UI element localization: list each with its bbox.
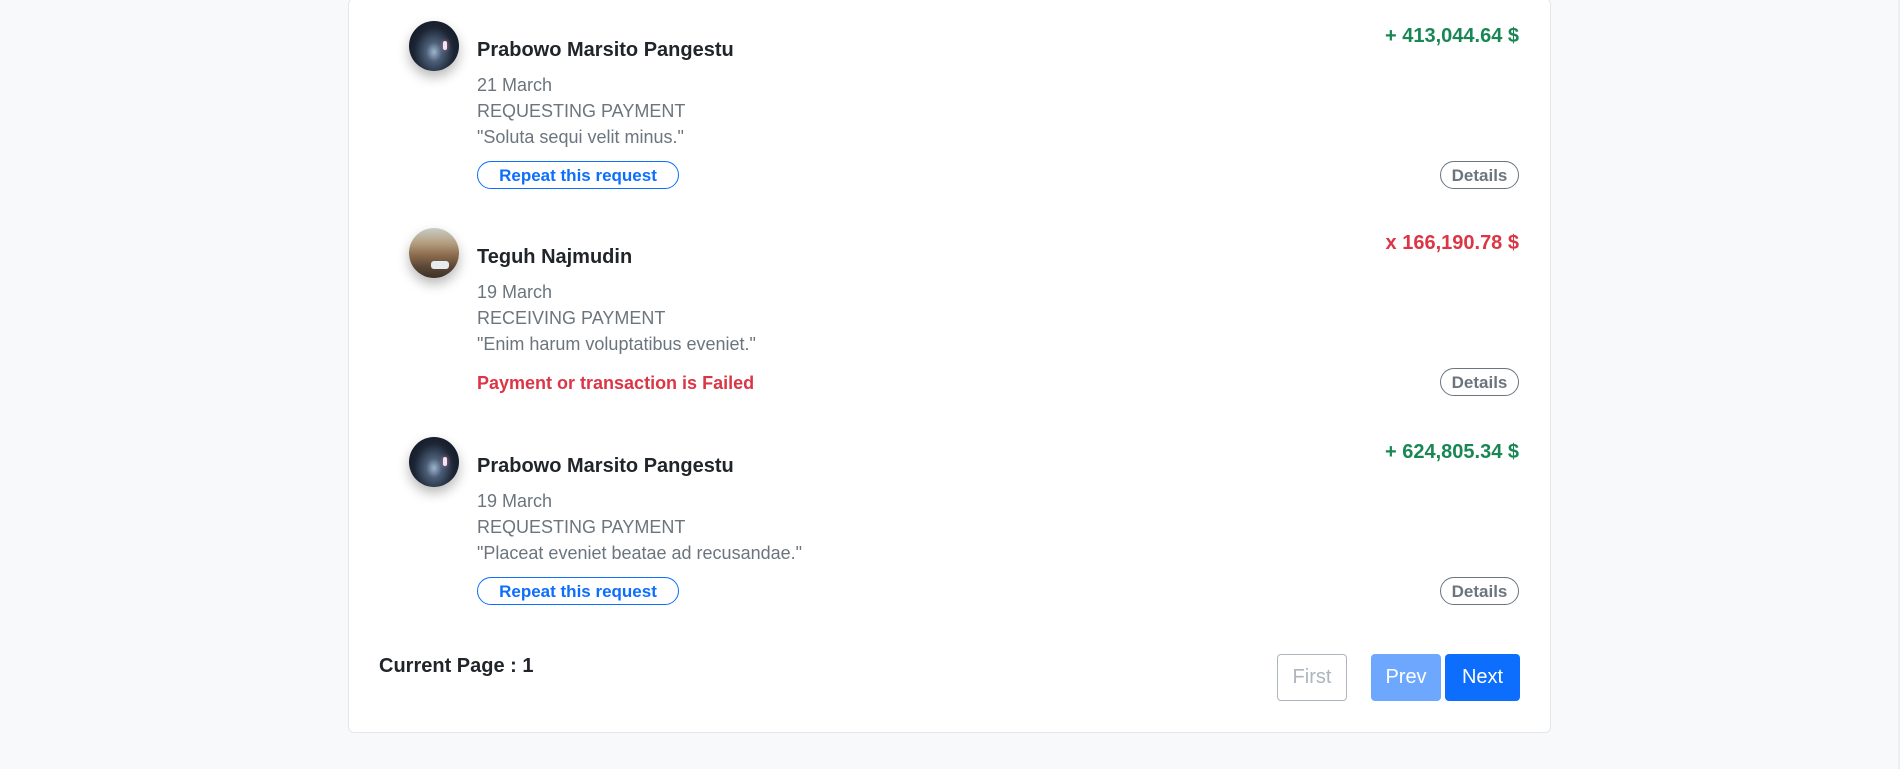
prev-page-button[interactable]: Prev bbox=[1371, 654, 1441, 701]
details-button[interactable]: Details bbox=[1440, 161, 1519, 189]
transaction-amount: + 413,044.64 $ bbox=[1384, 25, 1519, 47]
transaction-amount: + 624,805.34 $ bbox=[1384, 441, 1519, 463]
failed-status-text: Payment or transaction is Failed bbox=[477, 373, 755, 393]
transaction-type: REQUESTING PAYMENT bbox=[477, 517, 686, 537]
transaction-date: 19 March bbox=[477, 282, 553, 302]
transaction-date: 19 March bbox=[477, 491, 553, 511]
transaction-type: REQUESTING PAYMENT bbox=[477, 101, 686, 121]
next-page-button[interactable]: Next bbox=[1445, 654, 1520, 701]
payer-name: Prabowo Marsito Pangestu bbox=[477, 39, 734, 61]
details-button[interactable]: Details bbox=[1440, 577, 1519, 605]
transaction-date: 21 March bbox=[477, 75, 553, 95]
night-sky-avatar bbox=[409, 21, 459, 71]
repeat-request-button[interactable]: Repeat this request bbox=[477, 577, 679, 605]
forest-car-avatar bbox=[409, 228, 459, 278]
transaction-item: Prabowo Marsito Pangestu 21 March REQUES… bbox=[409, 21, 1519, 201]
transaction-amount: x 166,190.78 $ bbox=[1385, 232, 1519, 254]
current-page-label: Current Page : 1 bbox=[379, 655, 534, 677]
transaction-note: "Soluta sequi velit minus." bbox=[477, 127, 684, 147]
transaction-item: Teguh Najmudin 19 March RECEIVING PAYMEN… bbox=[409, 228, 1519, 408]
transaction-type: RECEIVING PAYMENT bbox=[477, 308, 666, 328]
repeat-request-button[interactable]: Repeat this request bbox=[477, 161, 679, 189]
payer-name: Prabowo Marsito Pangestu bbox=[477, 455, 734, 477]
details-button[interactable]: Details bbox=[1440, 368, 1519, 396]
transaction-item: Prabowo Marsito Pangestu 19 March REQUES… bbox=[409, 437, 1519, 617]
transaction-note: "Placeat eveniet beatae ad recusandae." bbox=[477, 543, 803, 563]
transaction-note: "Enim harum voluptatibus eveniet." bbox=[477, 334, 756, 354]
transaction-history-card: Prabowo Marsito Pangestu 21 March REQUES… bbox=[348, 0, 1551, 733]
night-sky-avatar bbox=[409, 437, 459, 487]
payer-name: Teguh Najmudin bbox=[477, 246, 633, 268]
first-page-button[interactable]: First bbox=[1277, 654, 1347, 701]
